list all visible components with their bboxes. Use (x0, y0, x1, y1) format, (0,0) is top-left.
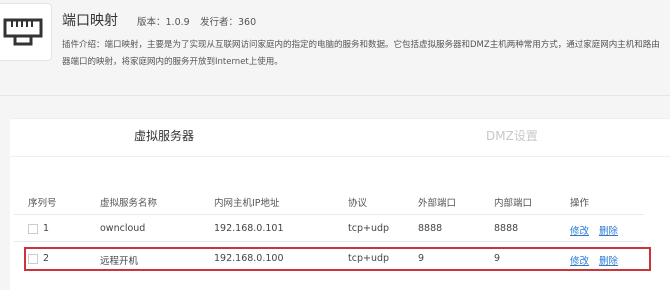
header-row-divider (14, 214, 644, 215)
column-header-external-port: 外部端口 (418, 198, 457, 209)
column-header-internal-port: 内部端口 (494, 198, 533, 209)
tab-divider (10, 156, 670, 157)
publisher-label: 发行者：360 (200, 17, 257, 28)
port-mapping-panel: 虚拟服务器 DMZ设置 序列号 虚拟服务名称 内网主机IP地址 协议 外部端口 … (10, 118, 670, 290)
column-header-service-name: 虚拟服务名称 (100, 198, 158, 209)
header-divider (0, 95, 670, 96)
row-protocol: tcp+udp (348, 223, 390, 234)
description-line-1: 插件介绍：端口映射，主要是为了实现从互联网访问家庭内的指定的电脑的服务和数据。它… (62, 40, 660, 50)
app-title: 端口映射 (62, 13, 118, 29)
edit-link[interactable]: 修改 (570, 223, 589, 237)
column-header-ip: 内网主机IP地址 (214, 198, 280, 209)
column-header-index: 序列号 (28, 198, 57, 209)
row-service-name: owncloud (100, 223, 146, 234)
row-divider (14, 241, 644, 242)
plugin-description: 插件介绍：端口映射，主要是为了实现从互联网访问家庭内的指定的电脑的服务和数据。它… (62, 37, 670, 71)
row-external-port: 8888 (418, 223, 443, 234)
row-checkbox[interactable] (28, 224, 38, 234)
row-index: 1 (43, 223, 50, 234)
column-header-actions: 操作 (570, 198, 590, 209)
tab-bar: 虚拟服务器 DMZ设置 (10, 119, 670, 157)
tab-dmz-settings[interactable]: DMZ设置 (486, 127, 538, 144)
highlight-box (24, 247, 651, 271)
row-ip: 192.168.0.101 (214, 223, 284, 234)
version-label: 版本：1.0.9 (137, 17, 190, 28)
tab-virtual-server[interactable]: 虚拟服务器 (134, 127, 194, 144)
row-internal-port: 8888 (494, 223, 519, 234)
delete-link[interactable]: 删除 (599, 223, 618, 237)
description-line-2: 器端口的映射，将家庭网内的服务开放到Internet上使用。 (62, 57, 283, 67)
column-header-protocol: 协议 (348, 198, 368, 209)
plugin-header: 端口映射 版本：1.0.9 发行者：360 插件介绍：端口映射，主要是为了实现从… (0, 0, 670, 118)
ethernet-port-icon (0, 3, 52, 61)
